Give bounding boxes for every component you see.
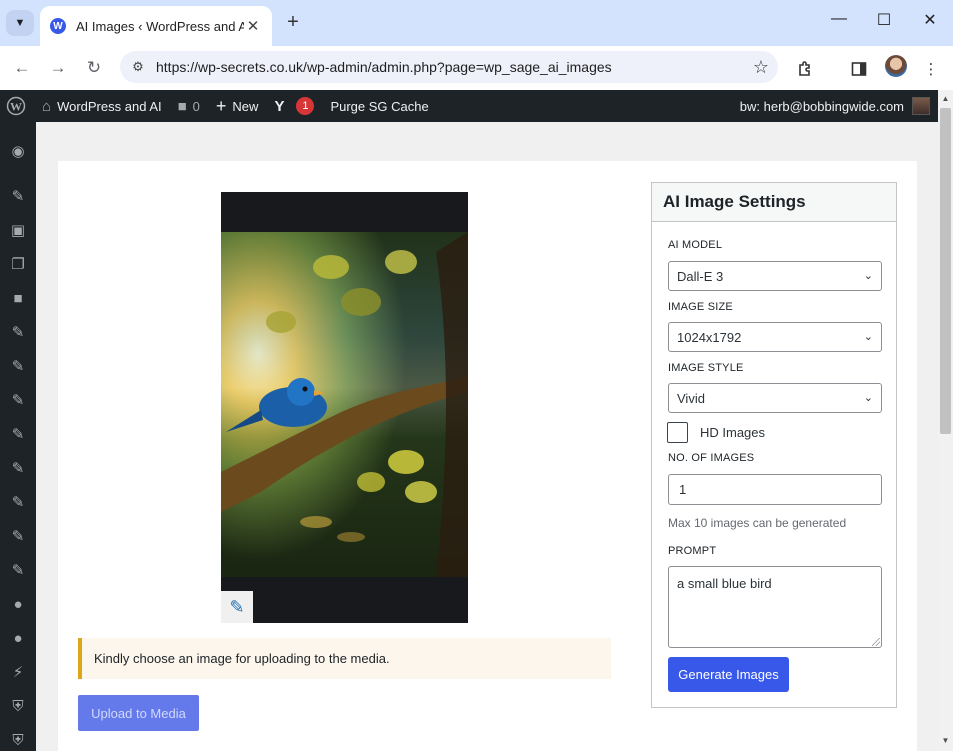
purge-cache-menu[interactable]: Purge SG Cache	[322, 90, 436, 122]
number-of-images-input[interactable]: 1	[668, 474, 882, 505]
user-label: bw: herb@bobbingwide.com	[739, 98, 904, 114]
ai-model-label: AI MODEL	[668, 239, 723, 251]
plugins-icon[interactable]: ⚡	[6, 660, 30, 684]
admin-sidebar: ◉ ✎ ▣ ❐ ■ ✎ ✎ ✎ ✎ ✎ ✎ ✎ ✎ ● ● ⚡ ⛨ ⛨	[0, 122, 36, 751]
browser-tab-active[interactable]: W AI Images ‹ WordPress and AI — ✕	[40, 6, 272, 46]
close-tab-icon[interactable]: ✕	[244, 17, 262, 35]
image-style-select[interactable]: Vivid ⌄	[668, 383, 882, 413]
ai-model-value: Dall-E 3	[677, 268, 724, 284]
prompt-value: a small blue bird	[677, 576, 772, 591]
purge-label: Purge SG Cache	[330, 98, 429, 114]
shield-icon[interactable]: ⛨	[6, 728, 30, 751]
browser-toolbar: ← → ↻ ⚙ https://wp-secrets.co.uk/wp-admi…	[0, 46, 953, 90]
edit-pencil-icon[interactable]: ✎	[221, 591, 253, 623]
pin-icon[interactable]: ✎	[6, 422, 30, 446]
settings-title: AI Image Settings	[652, 183, 896, 222]
image-size-select[interactable]: 1024x1792 ⌄	[668, 322, 882, 352]
scroll-up-icon[interactable]: ▲	[941, 94, 950, 103]
tab-search-button[interactable]: ▼	[6, 10, 34, 36]
pin-icon[interactable]: ✎	[6, 456, 30, 480]
number-of-images-value: 1	[679, 482, 687, 497]
image-style-label: IMAGE STYLE	[668, 362, 744, 374]
prompt-textarea[interactable]: a small blue bird	[668, 566, 882, 648]
maximize-button[interactable]: ☐	[869, 10, 899, 30]
page-scrollbar[interactable]: ▲ ▼	[938, 90, 953, 751]
my-account-menu[interactable]: bw: herb@bobbingwide.com	[740, 97, 938, 115]
prompt-label: PROMPT	[668, 545, 717, 557]
forward-button[interactable]: →	[46, 56, 70, 80]
tab-title: AI Images ‹ WordPress and AI —	[76, 18, 244, 34]
yoast-menu[interactable]: Y 1	[266, 90, 322, 122]
pages-icon[interactable]: ❐	[6, 252, 30, 276]
profile-avatar[interactable]	[885, 55, 907, 77]
pin-icon[interactable]: ✎	[6, 490, 30, 514]
max-images-hint: Max 10 images can be generated	[668, 516, 847, 530]
chevron-down-icon: ⌄	[863, 331, 873, 343]
extensions-icon[interactable]	[795, 58, 817, 80]
pin-icon[interactable]: ✎	[6, 320, 30, 344]
home-icon: ⌂	[42, 97, 52, 115]
bookmark-star-icon[interactable]: ☆	[744, 57, 778, 78]
side-panel-icon[interactable]	[848, 58, 870, 80]
blue-bird-illustration	[221, 232, 468, 577]
generated-image[interactable]	[221, 192, 468, 623]
notice-text: Kindly choose an image for uploading to …	[94, 651, 390, 666]
new-label: New	[232, 98, 259, 114]
yoast-notification-badge: 1	[296, 97, 315, 115]
site-name: WordPress and AI	[57, 98, 162, 114]
url-text: https://wp-secrets.co.uk/wp-admin/admin.…	[156, 59, 612, 75]
image-size-value: 1024x1792	[677, 329, 742, 345]
pin-icon[interactable]: ✎	[6, 524, 30, 548]
address-bar[interactable]: ⚙ https://wp-secrets.co.uk/wp-admin/admi…	[120, 51, 778, 83]
new-tab-button[interactable]: +	[282, 11, 304, 34]
ai-image-settings-box: AI Image Settings AI MODEL Dall-E 3 ⌄ IM…	[651, 182, 897, 708]
scroll-down-icon[interactable]: ▼	[941, 736, 950, 745]
scroll-thumb[interactable]	[940, 108, 951, 434]
comments-icon[interactable]: ■	[6, 286, 30, 310]
wp-logo-menu[interactable]: W	[0, 90, 34, 122]
shield-icon[interactable]: ⛨	[6, 694, 30, 718]
browser-tabstrip: ▼ W AI Images ‹ WordPress and AI — ✕ + —…	[0, 0, 953, 46]
comments-count: 0	[192, 98, 200, 114]
comments-menu[interactable]: ■ 0	[170, 90, 208, 122]
browser-menu-icon[interactable]: ⋮	[920, 58, 942, 80]
generate-images-button[interactable]: Generate Images	[668, 657, 789, 692]
chevron-down-icon: ⌄	[863, 392, 873, 404]
minimize-button[interactable]: —	[824, 10, 854, 28]
site-info-icon[interactable]: ⚙	[120, 59, 156, 75]
image-style-value: Vivid	[677, 390, 705, 406]
pin-icon[interactable]: ✎	[6, 354, 30, 378]
close-window-button[interactable]: ✕	[915, 10, 945, 30]
reload-button[interactable]: ↻	[82, 56, 106, 80]
wordpress-logo-icon: W	[6, 96, 26, 116]
plus-icon: +	[215, 95, 227, 116]
pin-icon[interactable]: ✎	[6, 184, 30, 208]
svg-text:W: W	[10, 100, 22, 114]
image-size-label: IMAGE SIZE	[668, 301, 733, 313]
pin-icon[interactable]: ✎	[6, 558, 30, 582]
number-of-images-label: NO. OF IMAGES	[668, 452, 755, 464]
new-content-menu[interactable]: + New	[208, 90, 267, 122]
ai-model-select[interactable]: Dall-E 3 ⌄	[668, 261, 882, 291]
back-button[interactable]: ←	[10, 56, 34, 80]
upload-notice: Kindly choose an image for uploading to …	[78, 638, 611, 679]
lightbulb-icon[interactable]: ●	[6, 626, 30, 650]
media-icon[interactable]: ▣	[6, 218, 30, 242]
wp-admin-bar: W ⌂ WordPress and AI ■ 0 + New Y 1 Purge…	[0, 90, 938, 122]
comment-bubble-icon: ■	[177, 97, 187, 115]
chevron-down-icon: ⌄	[863, 270, 873, 282]
hd-images-checkbox[interactable]	[667, 422, 688, 443]
hd-images-label[interactable]: HD Images	[700, 425, 765, 440]
resize-grip-icon[interactable]	[872, 638, 880, 646]
user-avatar	[912, 97, 930, 115]
dashboard-icon[interactable]: ◉	[6, 139, 30, 163]
lightbulb-icon[interactable]: ●	[6, 592, 30, 616]
pin-icon[interactable]: ✎	[6, 388, 30, 412]
yoast-icon: Y	[274, 97, 285, 115]
wordpress-favicon-icon: W	[50, 18, 66, 34]
site-name-menu[interactable]: ⌂ WordPress and AI	[34, 90, 170, 122]
upload-to-media-button[interactable]: Upload to Media	[78, 695, 199, 731]
